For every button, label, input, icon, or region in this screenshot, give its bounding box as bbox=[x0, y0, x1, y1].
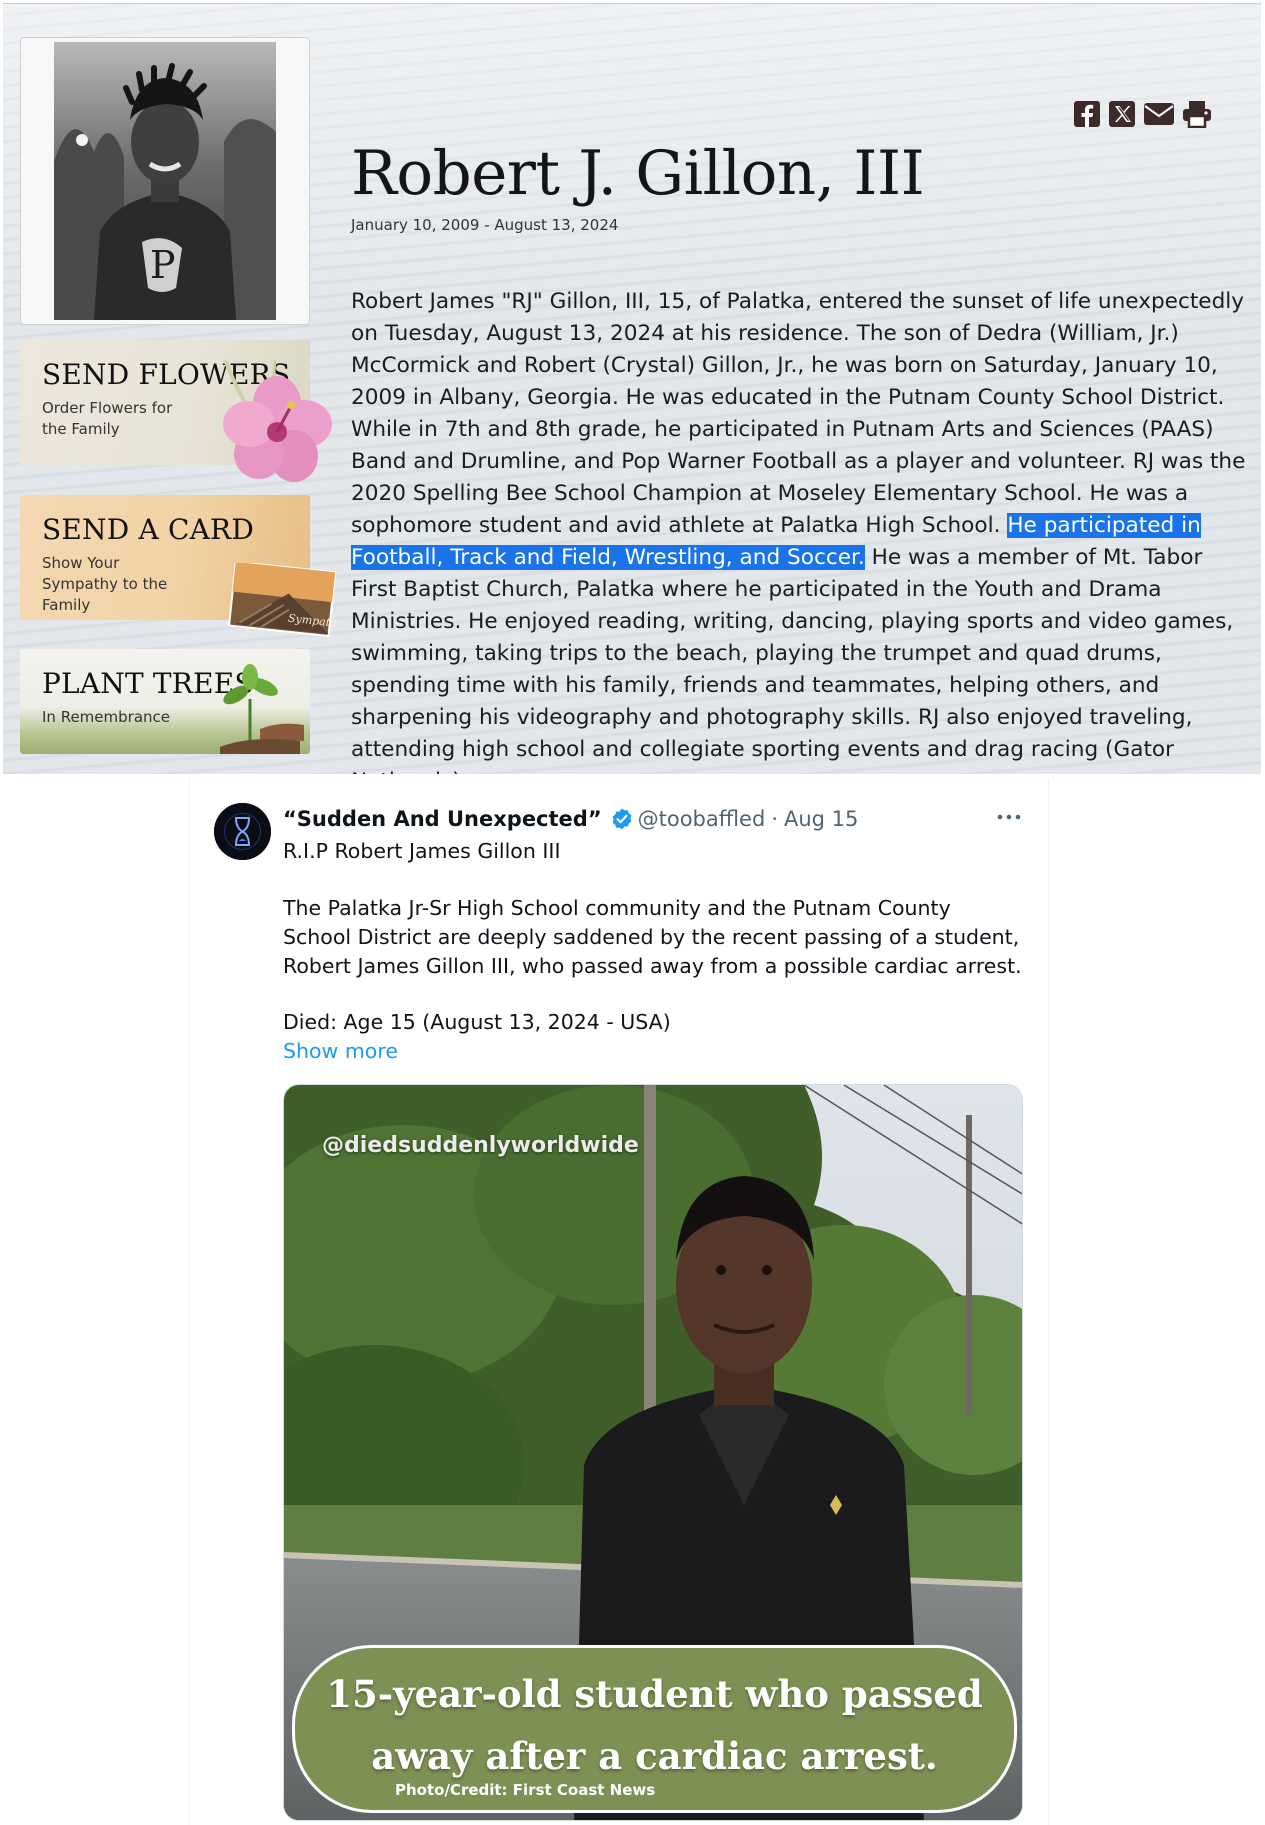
obituary-panel: P SEND FLOWERS Order Flowers for the Fam… bbox=[3, 3, 1261, 774]
plant-trees-promo[interactable]: PLANT TREES In Remembrance bbox=[20, 649, 310, 754]
send-flowers-subtitle: Order Flowers for the Family bbox=[42, 399, 173, 438]
tweet-died-line: Died: Age 15 (August 13, 2024 - USA) bbox=[283, 1010, 671, 1034]
show-more-link[interactable]: Show more bbox=[283, 1037, 1023, 1066]
author-handle[interactable]: @toobaffled bbox=[638, 807, 766, 831]
header-separator: · bbox=[771, 807, 778, 831]
email-icon[interactable] bbox=[1143, 100, 1175, 128]
share-icons bbox=[1073, 100, 1212, 128]
image-watermark: @diedsuddenlyworldwide bbox=[322, 1133, 639, 1158]
image-caption-line1: 15-year-old student who passed bbox=[326, 1672, 983, 1716]
print-icon[interactable] bbox=[1182, 100, 1212, 128]
tweet-date[interactable]: Aug 15 bbox=[784, 807, 858, 831]
x-icon[interactable] bbox=[1108, 100, 1136, 128]
tweet-header: “Sudden And Unexpected” @toobaffled · Au… bbox=[283, 805, 858, 833]
tweet-card[interactable]: “Sudden And Unexpected” @toobaffled · Au… bbox=[189, 779, 1049, 1825]
image-caption: 15-year-old student who passed away afte… bbox=[295, 1663, 1014, 1787]
verified-badge-icon bbox=[612, 808, 632, 830]
hibiscus-flower-icon bbox=[223, 360, 332, 482]
tweet-first-line: R.I.P Robert James Gillon III bbox=[283, 839, 561, 863]
obituary-portrait: P bbox=[20, 37, 310, 325]
hourglass-icon bbox=[214, 803, 271, 860]
seedling-icon bbox=[220, 664, 304, 754]
more-options-icon[interactable] bbox=[994, 807, 1024, 827]
obituary-body-text: Robert James "RJ" Gillon, III, 15, of Pa… bbox=[351, 289, 1246, 538]
sympathy-card-icon: Sympathy bbox=[228, 563, 338, 638]
photo-credit: Photo/Credit: First Coast News bbox=[395, 1781, 656, 1799]
obituary-name: Robert J. Gillon, III bbox=[351, 138, 925, 209]
send-flowers-promo[interactable]: SEND FLOWERS Order Flowers for the Famil… bbox=[20, 340, 332, 482]
tweet-paragraph: The Palatka Jr-Sr High School community … bbox=[283, 896, 1022, 978]
avatar[interactable] bbox=[214, 803, 271, 860]
obituary-body-text-continued: He was a member of Mt. Tabor First Bapti… bbox=[351, 545, 1234, 774]
image-caption-line2: away after a cardiac arrest. bbox=[371, 1734, 938, 1778]
svg-text:P: P bbox=[150, 243, 176, 287]
tweet-image[interactable]: @diedsuddenlyworldwide 15-year-old stude… bbox=[283, 1084, 1023, 1821]
image-caption-banner: 15-year-old student who passed away afte… bbox=[292, 1645, 1017, 1813]
portrait-photo: P bbox=[54, 42, 276, 320]
facebook-icon[interactable] bbox=[1073, 100, 1101, 128]
obituary-body: Robert James "RJ" Gillon, III, 15, of Pa… bbox=[351, 286, 1251, 774]
send-card-promo[interactable]: SEND A CARD Show Your Sympathy to the Fa… bbox=[20, 495, 338, 638]
plant-trees-subtitle: In Remembrance bbox=[42, 708, 170, 726]
author-name[interactable]: “Sudden And Unexpected” bbox=[283, 807, 602, 831]
obituary-dates: January 10, 2009 - August 13, 2024 bbox=[351, 216, 619, 234]
send-card-subtitle: Show Your Sympathy to the Family bbox=[42, 554, 168, 614]
send-card-title: SEND A CARD bbox=[42, 513, 254, 546]
